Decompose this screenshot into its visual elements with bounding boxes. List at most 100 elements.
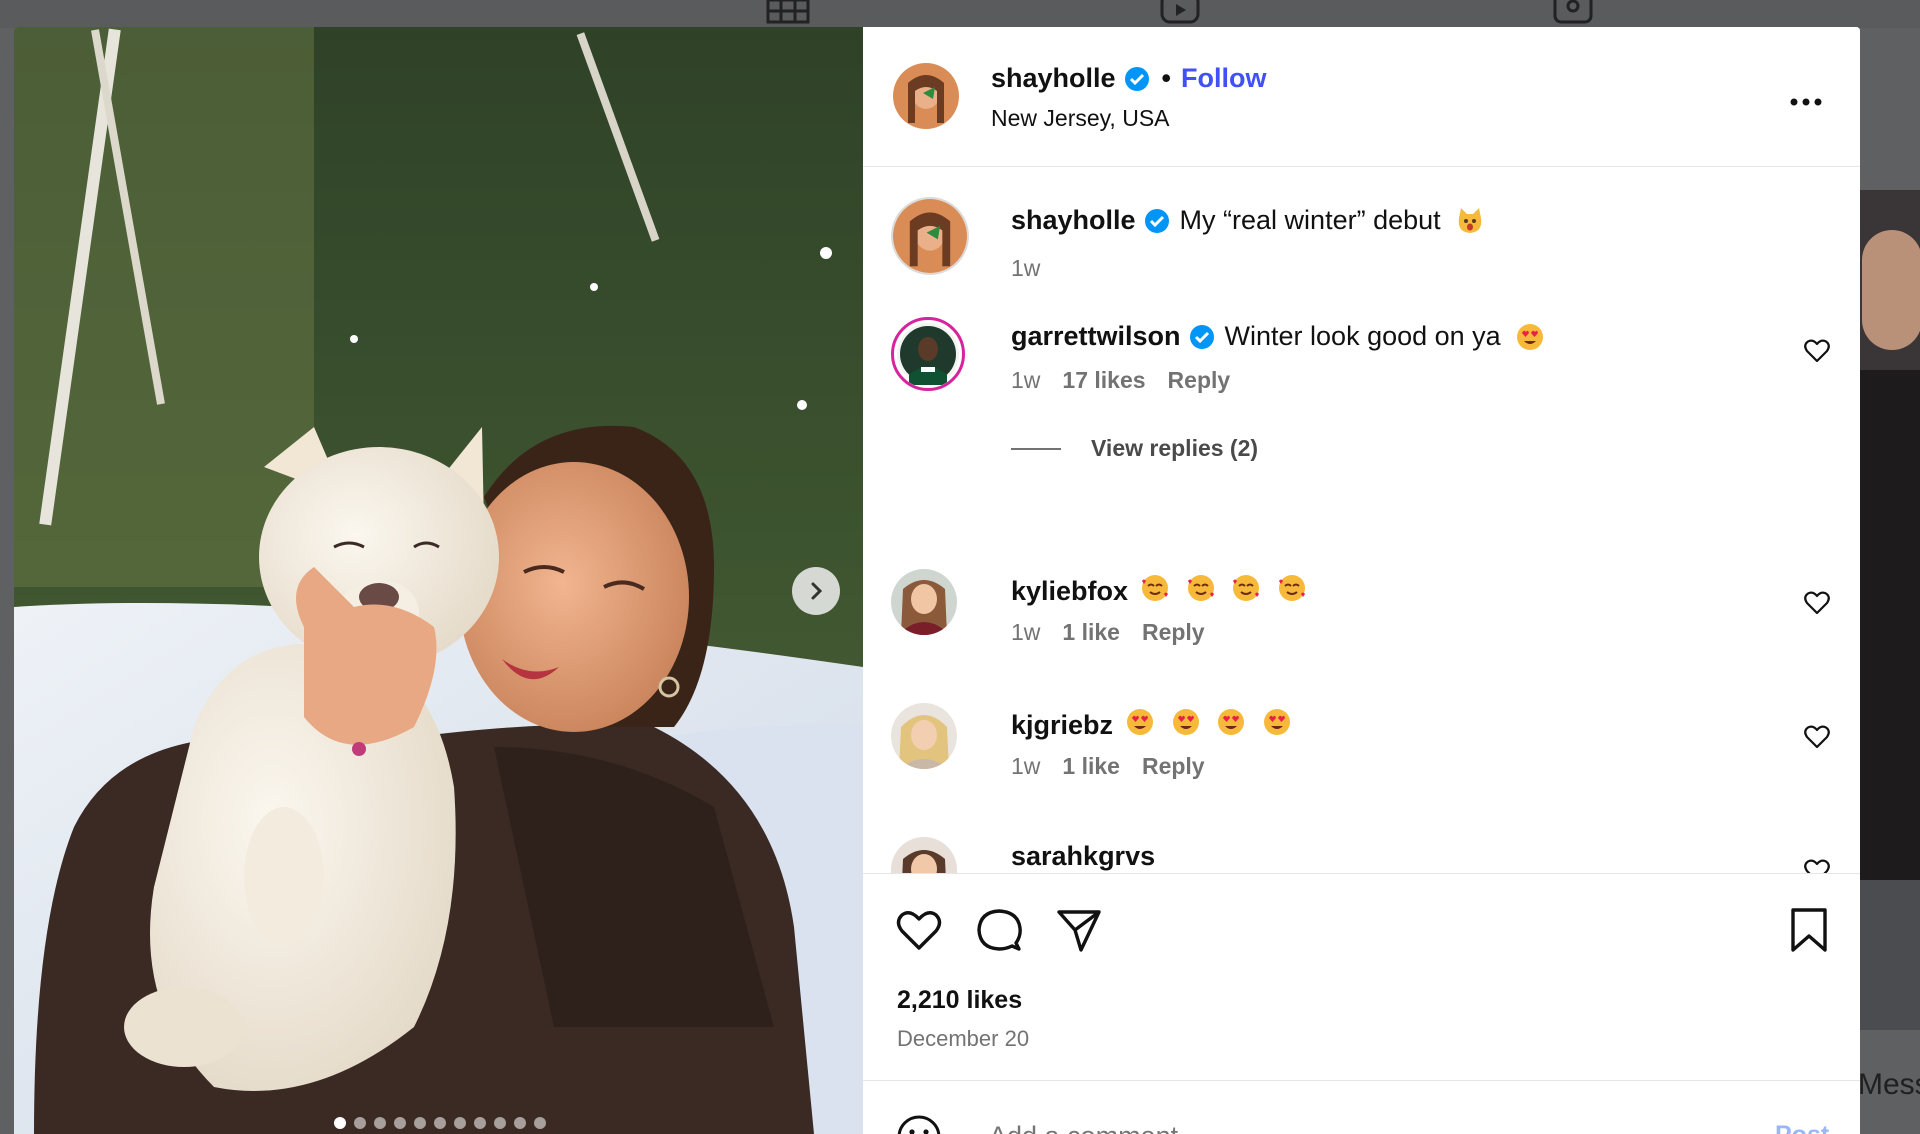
post-date[interactable]: December 20 [897,1026,1029,1052]
carousel-dot [514,1117,526,1129]
caption-text-line: shayholle My “real winter” debut [1011,205,1485,236]
reply-button[interactable]: Reply [1142,753,1205,780]
save-bookmark-icon[interactable] [1785,906,1833,954]
comment-text-line: sarahkgrvs [1011,841,1155,872]
cat-emoji-icon [1458,207,1481,233]
carousel-dot [474,1117,486,1129]
verified-badge-icon [1189,324,1214,349]
comment-row: garrettwilson Winter look good on ya 1w … [863,317,1860,497]
comment-likes[interactable]: 1 like [1062,619,1120,646]
post-actions: 2,210 likes December 20 [863,873,1860,1081]
caption-row: shayholle My “real winter” debut 1w [863,195,1860,295]
background-panel [1858,880,1920,1030]
heart-eyes-emoji-icon [1127,709,1154,735]
comments-list[interactable]: shayholle My “real winter” debut 1w garr… [863,167,1860,873]
verified-badge-icon [1144,208,1169,233]
tagged-icon [1553,0,1593,24]
commenter-avatar[interactable] [891,317,965,391]
author-avatar[interactable] [893,63,959,129]
verified-badge-icon [1124,66,1149,91]
carousel-dot [374,1117,386,1129]
comment-like-heart-icon[interactable] [1803,857,1831,873]
comment-username[interactable]: garrettwilson [1011,321,1181,352]
comment-meta: 1w 1 like Reply [1011,753,1205,780]
smiling-hearts-emoji-icon [1233,575,1260,601]
commenter-avatar[interactable] [891,569,957,635]
background-messages-label: Mess [1858,1068,1920,1101]
comment-like-heart-icon[interactable] [1803,337,1831,365]
smiling-hearts-emoji-icon [1187,575,1214,601]
carousel-dot [454,1117,466,1129]
carousel-dot [534,1117,546,1129]
share-paper-plane-icon[interactable] [1055,906,1103,954]
author-line: shayholle • Follow [991,63,1266,94]
reply-button[interactable]: Reply [1168,367,1231,394]
comment-username[interactable]: kyliebfox [1011,576,1128,607]
commenter-avatar[interactable] [891,703,957,769]
separator-dot: • [1161,63,1171,93]
post-media [14,27,863,1134]
comment-row: sarahkgrvs [863,837,1860,873]
comment-text-line: garrettwilson Winter look good on ya [1011,321,1545,352]
carousel-dot [354,1117,366,1129]
carousel-dot [494,1117,506,1129]
comment-like-heart-icon[interactable] [1803,723,1831,751]
smiling-hearts-emoji-icon [1142,575,1169,601]
likes-count[interactable]: 2,210 likes [897,986,1022,1015]
emoji-picker-icon[interactable] [895,1113,943,1134]
comment-like-heart-icon[interactable] [1803,589,1831,617]
comment-likes[interactable]: 1 like [1062,753,1120,780]
comment-time[interactable]: 1w [1011,367,1040,394]
heart-eyes-emoji-icon [1172,709,1199,735]
comment-row: kjgriebz 1w 1 like Reply [863,703,1860,813]
follow-button[interactable]: Follow [1181,63,1266,94]
author-username[interactable]: shayholle [991,63,1116,94]
comment-input[interactable] [989,1121,1689,1134]
post-details-panel: shayholle • Follow New Jersey, USA shayh… [863,27,1860,1134]
post-location[interactable]: New Jersey, USA [991,105,1170,132]
carousel-dot [434,1117,446,1129]
background-post-thumbnail [1858,190,1920,880]
carousel-dot [394,1117,406,1129]
view-replies-button[interactable]: View replies (2) [1011,435,1258,462]
caption-avatar[interactable] [891,197,969,275]
chevron-right-icon [811,582,823,600]
reply-button[interactable]: Reply [1142,619,1205,646]
carousel-next-button[interactable] [792,567,840,615]
heart-eyes-emoji-icon [1516,323,1543,350]
comment-bubble-icon[interactable] [975,906,1023,954]
heart-eyes-emoji-icon [1263,709,1290,735]
comment-text-line: kjgriebz [1011,707,1292,744]
caption-meta: 1w [1011,255,1040,282]
emoji-group [1132,573,1307,610]
smiling-hearts-emoji-icon [1278,575,1305,601]
replies-divider [1011,447,1061,450]
carousel-dot [414,1117,426,1129]
comment-meta: 1w 1 like Reply [1011,619,1205,646]
comment-username[interactable]: sarahkgrvs [1011,841,1155,872]
comment-time[interactable]: 1w [1011,619,1040,646]
commenter-avatar[interactable] [891,837,957,873]
comment-row: kyliebfox 1w 1 like Reply [863,569,1860,679]
caption-time[interactable]: 1w [1011,255,1040,282]
comment-username[interactable]: kjgriebz [1011,710,1113,741]
carousel-indicator [334,1117,546,1129]
post-header: shayholle • Follow New Jersey, USA [863,27,1860,167]
carousel-dot [334,1117,346,1129]
caption-username[interactable]: shayholle [1011,205,1136,236]
comment-text: Winter look good on ya [1224,321,1501,351]
heart-eyes-emoji-icon [1218,709,1245,735]
like-heart-icon[interactable] [895,906,943,954]
comment-text-line: kyliebfox [1011,573,1307,610]
post-photo [14,27,863,1134]
view-replies-label: View replies (2) [1091,435,1259,461]
comment-meta: 1w 17 likes Reply [1011,367,1230,394]
comment-time[interactable]: 1w [1011,753,1040,780]
background-nav [0,0,1920,28]
post-comment-button[interactable]: Post [1775,1121,1829,1134]
more-options-icon[interactable] [1789,87,1823,117]
add-comment-bar: Post [863,1080,1860,1134]
post-modal: shayholle • Follow New Jersey, USA shayh… [14,27,1860,1134]
grid-icon [766,0,810,24]
comment-likes[interactable]: 17 likes [1062,367,1145,394]
